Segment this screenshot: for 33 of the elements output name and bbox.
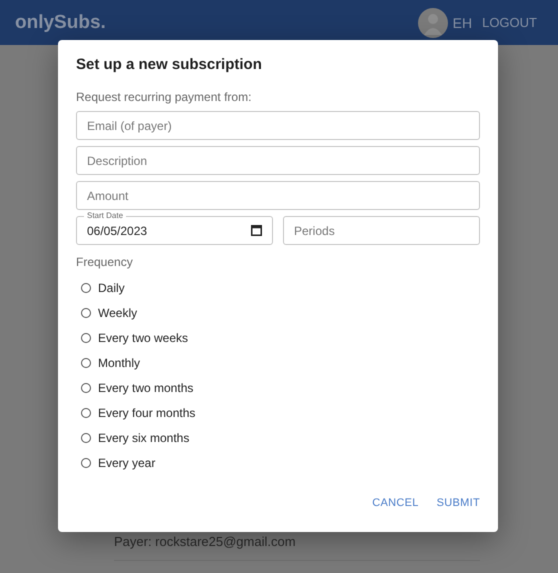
calendar-icon[interactable]	[251, 225, 262, 236]
frequency-label: Frequency	[76, 255, 134, 269]
payer-text: Payer: rockstare25@gmail.com	[114, 534, 480, 561]
input-field[interactable]: Amount	[76, 181, 480, 210]
radio-icon[interactable]	[81, 332, 91, 342]
radio-icon[interactable]	[81, 382, 91, 392]
radio-icon[interactable]	[81, 282, 91, 292]
periods-field[interactable]: Periods	[283, 216, 480, 245]
radio-option[interactable]: Every six months	[76, 425, 480, 450]
radio-option[interactable]: Every two weeks	[76, 325, 480, 350]
radio-option[interactable]: Every four months	[76, 400, 480, 425]
radio-icon[interactable]	[81, 308, 91, 318]
radio-option[interactable]: Every year	[76, 450, 480, 475]
submit-button[interactable]: SUBMIT	[430, 492, 486, 514]
user-initials: EH	[452, 14, 472, 30]
radio-icon[interactable]	[81, 458, 91, 468]
dialog-title: Set up a new subscription	[76, 56, 263, 74]
app-logo: onlySubs.	[15, 12, 106, 34]
subtitle-text: Request recurring payment from:	[76, 90, 252, 104]
radio-icon[interactable]	[81, 432, 91, 442]
radio-option[interactable]: Monthly	[76, 350, 480, 375]
radio-option[interactable]: Every two months	[76, 375, 480, 400]
radio-option[interactable]: Weekly	[76, 300, 480, 325]
radio-option[interactable]: Daily	[76, 275, 480, 300]
cancel-button[interactable]: CANCEL	[366, 492, 425, 514]
avatar-icon[interactable]	[418, 8, 448, 38]
date-value: 06/05/2023	[87, 224, 148, 238]
radio-icon[interactable]	[81, 408, 91, 418]
input-field[interactable]: Email (of payer)	[76, 111, 480, 140]
input-field[interactable]: Description	[76, 146, 480, 175]
radio-icon[interactable]	[81, 358, 91, 368]
field-label: Start Date	[84, 211, 126, 221]
logout-button[interactable]: LOGOUT	[478, 11, 541, 34]
